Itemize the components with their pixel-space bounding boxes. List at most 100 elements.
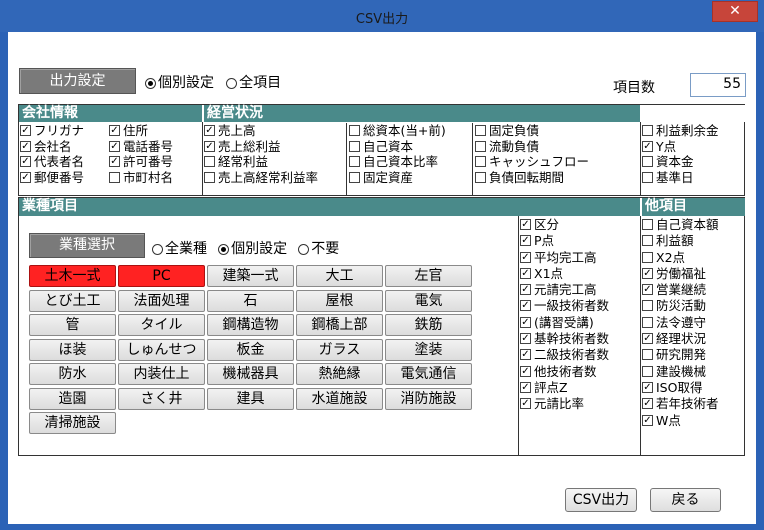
checkbox-item[interactable]: ✓ 元請完工高: [520, 282, 638, 298]
output-mode-individual[interactable]: 個別設定: [145, 75, 214, 91]
checkbox-item[interactable]: ✓ 電話番号: [109, 139, 201, 155]
industry-button[interactable]: 左官: [385, 265, 472, 287]
industry-button[interactable]: 電気: [385, 289, 472, 312]
industry-button[interactable]: 塗装: [385, 338, 472, 361]
industry-button[interactable]: 石: [207, 289, 294, 312]
checkbox-item[interactable]: 負債回転期間: [475, 170, 639, 186]
checkbox-item[interactable]: ✓ 住所: [109, 123, 201, 139]
checkbox-item[interactable]: 資本金: [642, 154, 744, 170]
checkbox-item[interactable]: ✓ 元請比率: [520, 396, 638, 412]
blank-header: [640, 105, 745, 122]
industry-button[interactable]: ほ装: [29, 338, 116, 361]
checkmark-icon: ✓: [20, 140, 31, 152]
industry-button[interactable]: 清掃施設: [29, 412, 116, 434]
checkbox-empty-icon: [642, 171, 653, 183]
checkbox-item[interactable]: 流動負債: [475, 139, 639, 155]
checkbox-item[interactable]: 固定資産: [349, 170, 472, 186]
checkbox-item[interactable]: 自己資本比率: [349, 154, 472, 170]
checkbox-item[interactable]: X2点: [642, 250, 744, 266]
checkbox-item[interactable]: ✓ 営業継続: [642, 282, 744, 298]
checkbox-item[interactable]: ✓ 代表者名: [20, 154, 108, 170]
checkbox-label: W点: [656, 412, 681, 428]
checkbox-item[interactable]: ✓ W点: [642, 413, 744, 429]
checkbox-item[interactable]: 自己資本: [349, 139, 472, 155]
checkbox-item[interactable]: ✓ 労働福祉: [642, 266, 744, 282]
checkbox-item[interactable]: キャッシュフロー: [475, 154, 639, 170]
company-info-col1: ✓ フリガナ ✓ 会社名 ✓ 代表者名 ✓ 郵便番号: [20, 123, 108, 185]
checkbox-item[interactable]: 売上高経常利益率: [204, 170, 346, 186]
industry-button[interactable]: 内装仕上: [118, 363, 205, 385]
industry-button[interactable]: 消防施設: [385, 387, 472, 410]
industry-button[interactable]: 板金: [207, 338, 294, 361]
checkbox-item[interactable]: ✓ 売上高: [204, 123, 346, 139]
checkmark-icon: ✓: [520, 349, 531, 361]
industry-button[interactable]: 管: [29, 314, 116, 336]
industry-button[interactable]: 屋根: [296, 289, 383, 312]
checkbox-item[interactable]: ✓ 一級技術者数: [520, 298, 638, 314]
industry-button[interactable]: 鋼構造物: [207, 314, 294, 336]
checkbox-item[interactable]: 研究開発: [642, 347, 744, 363]
industry-button[interactable]: さく井: [118, 387, 205, 410]
industry-button[interactable]: 鋼橋上部: [296, 314, 383, 336]
industry-button[interactable]: 水道施設: [296, 387, 383, 410]
checkbox-item[interactable]: ✓ X1点: [520, 266, 638, 282]
checkbox-item[interactable]: 防災活動: [642, 298, 744, 314]
checkbox-item[interactable]: 利益額: [642, 233, 744, 249]
business-col4: 利益剰余金 ✓ Y点 資本金 基準日: [642, 123, 744, 185]
checkbox-empty-icon: [642, 316, 653, 328]
checkbox-item[interactable]: 総資本(当+前): [349, 123, 472, 139]
item-count-field[interactable]: 55: [690, 73, 746, 97]
checkbox-item[interactable]: ✓ 郵便番号: [20, 170, 108, 186]
checkbox-item[interactable]: ✓ 区分: [520, 217, 638, 233]
industry-button[interactable]: 土木一式: [29, 265, 116, 287]
checkbox-item[interactable]: 市町村名: [109, 170, 201, 186]
checkbox-item[interactable]: ✓ (講習受講): [520, 315, 638, 331]
checkbox-empty-icon: [349, 171, 360, 183]
checkbox-label: 労働福祉: [656, 265, 707, 281]
checkmark-icon: ✓: [642, 414, 653, 426]
checkbox-item[interactable]: ✓ 他技術者数: [520, 364, 638, 380]
industry-button[interactable]: しゅんせつ: [118, 338, 205, 361]
checkbox-label: 二級技術者数: [534, 347, 610, 363]
industry-button[interactable]: 防水: [29, 363, 116, 385]
industry-button[interactable]: 法面処理: [118, 289, 205, 312]
industry-button[interactable]: 熱絶縁: [296, 363, 383, 385]
checkbox-item[interactable]: 基準日: [642, 170, 744, 186]
industry-button[interactable]: とび土工: [29, 289, 116, 312]
checkbox-item[interactable]: ✓ 会社名: [20, 139, 108, 155]
industry-button[interactable]: 大工: [296, 265, 383, 287]
checkbox-item[interactable]: ✓ 平均完工高: [520, 250, 638, 266]
industry-button[interactable]: 機械器具: [207, 363, 294, 385]
checkbox-item[interactable]: ✓ 評点Z: [520, 380, 638, 396]
industry-button[interactable]: PC: [118, 265, 205, 287]
checkbox-item[interactable]: ✓ 二級技術者数: [520, 347, 638, 363]
checkbox-label: 売上総利益: [218, 138, 281, 154]
checkbox-item[interactable]: 経常利益: [204, 154, 346, 170]
checkbox-item[interactable]: ✓ 経理状況: [642, 331, 744, 347]
checkbox-item[interactable]: 固定負債: [475, 123, 639, 139]
industry-button[interactable]: 造園: [29, 387, 116, 410]
industry-button[interactable]: 建築一式: [207, 265, 294, 287]
checkbox-item[interactable]: 利益剰余金: [642, 123, 744, 139]
close-button[interactable]: ✕: [712, 1, 758, 22]
checkbox-item[interactable]: ✓ 基幹技術者数: [520, 331, 638, 347]
output-mode-radio-group: 個別設定 全項目: [145, 72, 281, 92]
checkbox-item[interactable]: ✓ Y点: [642, 139, 744, 155]
back-button[interactable]: 戻る: [650, 488, 721, 512]
checkbox-item[interactable]: 建設機械: [642, 364, 744, 380]
checkbox-item[interactable]: ✓ 許可番号: [109, 154, 201, 170]
checkbox-item[interactable]: 法令遵守: [642, 315, 744, 331]
checkbox-item[interactable]: ✓ P点: [520, 233, 638, 249]
industry-button[interactable]: タイル: [118, 314, 205, 336]
checkbox-item[interactable]: ✓ フリガナ: [20, 123, 108, 139]
checkbox-item[interactable]: ✓ 若年技術者: [642, 396, 744, 412]
checkbox-item[interactable]: ✓ 売上総利益: [204, 139, 346, 155]
industry-button[interactable]: 鉄筋: [385, 314, 472, 336]
csv-export-button[interactable]: CSV出力: [565, 488, 637, 512]
industry-button[interactable]: ガラス: [296, 338, 383, 361]
checkbox-item[interactable]: 自己資本額: [642, 217, 744, 233]
industry-button[interactable]: 建具: [207, 387, 294, 410]
industry-button[interactable]: 電気通信: [385, 363, 472, 385]
output-mode-all[interactable]: 全項目: [226, 75, 281, 91]
checkbox-item[interactable]: ✓ ISO取得: [642, 380, 744, 396]
